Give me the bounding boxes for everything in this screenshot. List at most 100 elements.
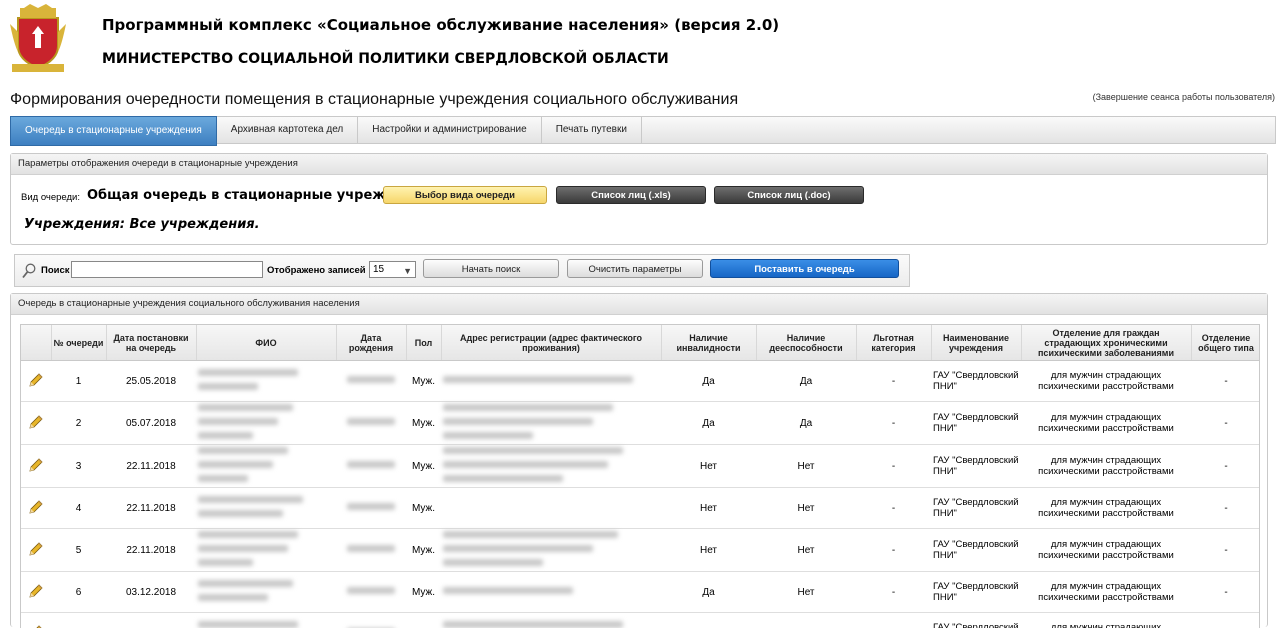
search-input[interactable] [71, 261, 263, 278]
cell-benefit: - [856, 613, 931, 628]
cell-disability: Нет [661, 445, 756, 488]
cell-queue-number: 6 [51, 572, 106, 613]
cell-disability: Да [661, 572, 756, 613]
col-benefit[interactable]: Льготная категория [856, 325, 931, 361]
cell-benefit: - [856, 572, 931, 613]
cell-full-name-redacted [196, 361, 336, 402]
start-search-button[interactable]: Начать поиск [423, 259, 559, 278]
col-full-name[interactable]: ФИО [196, 325, 336, 361]
cell-address-redacted [441, 613, 661, 628]
cell-general-dept: - [1191, 613, 1260, 628]
cell-capacity: Да [756, 361, 856, 402]
cell-address-redacted [441, 529, 661, 572]
col-disability[interactable]: Наличие инвалидности [661, 325, 756, 361]
table-row[interactable]: 603.12.2018Муж.ДаНет-ГАУ "Свердловский П… [21, 572, 1260, 613]
tab-archive[interactable]: Архивная картотека дел [217, 117, 358, 143]
list-xls-button[interactable]: Список лиц (.xls) [556, 186, 706, 204]
params-panel: Параметры отображения очереди в стациона… [10, 153, 1268, 245]
cell-sex: Муж. [406, 361, 441, 402]
cell-general-dept: - [1191, 488, 1260, 529]
col-psych-dept[interactable]: Отделение для граждан страдающих хрониче… [1021, 325, 1191, 361]
cell-full-name-redacted [196, 613, 336, 628]
tab-queue[interactable]: Очередь в стационарные учреждения [10, 116, 217, 146]
ministry-title: МИНИСТЕРСТВО СОЦИАЛЬНОЙ ПОЛИТИКИ СВЕРДЛО… [102, 51, 669, 67]
table-row[interactable]: 522.11.2018Муж.НетНет-ГАУ "Свердловский … [21, 529, 1260, 572]
cell-benefit: - [856, 361, 931, 402]
cell-address-redacted [441, 445, 661, 488]
queue-type-label: Вид очереди: [21, 192, 80, 203]
queue-panel-title: Очередь в стационарные учреждения социал… [11, 294, 1267, 315]
records-label: Отображено записей [267, 265, 366, 276]
cell-birth-date-redacted [336, 613, 406, 628]
list-doc-button[interactable]: Список лиц (.doc) [714, 186, 864, 204]
table-row[interactable]: 713.12.2018Муж.ДаДа-ГАУ "Свердловский ПН… [21, 613, 1260, 628]
table-row[interactable]: 322.11.2018Муж.НетНет-ГАУ "Свердловский … [21, 445, 1260, 488]
cell-general-dept: - [1191, 445, 1260, 488]
cell-general-dept: - [1191, 529, 1260, 572]
cell-psych-dept: для мужчин страдающих психическими расст… [1021, 488, 1191, 529]
cell-queue-number: 2 [51, 402, 106, 445]
header: Программный комплекс «Социальное обслужи… [0, 0, 1280, 90]
cell-queue-date: 22.11.2018 [106, 488, 196, 529]
pencil-icon[interactable] [28, 624, 44, 628]
pencil-icon[interactable] [28, 372, 44, 388]
pencil-icon[interactable] [28, 541, 44, 557]
table-row[interactable]: 205.07.2018Муж.ДаДа-ГАУ "Свердловский ПН… [21, 402, 1260, 445]
cell-address-redacted [441, 361, 661, 402]
col-birth-date[interactable]: Дата рождения [336, 325, 406, 361]
records-select[interactable]: 15 ▼ [369, 261, 416, 278]
cell-psych-dept: для мужчин страдающих психическими расст… [1021, 402, 1191, 445]
table-row[interactable]: 125.05.2018Муж.ДаДа-ГАУ "Свердловский ПН… [21, 361, 1260, 402]
cell-queue-date: 03.12.2018 [106, 572, 196, 613]
logout-link[interactable]: (Завершение сеанса работы пользователя) [1093, 92, 1275, 102]
search-label: Поиск [41, 265, 70, 276]
cell-queue-date: 05.07.2018 [106, 402, 196, 445]
cell-general-dept: - [1191, 572, 1260, 613]
select-queue-button[interactable]: Выбор вида очереди [383, 186, 547, 204]
table-row[interactable]: 422.11.2018Муж.НетНет-ГАУ "Свердловский … [21, 488, 1260, 529]
cell-psych-dept: для мужчин страдающих психическими расст… [1021, 613, 1191, 628]
cell-capacity: Нет [756, 529, 856, 572]
col-address[interactable]: Адрес регистрации (адрес фактического пр… [441, 325, 661, 361]
cell-disability: Нет [661, 488, 756, 529]
cell-institution: ГАУ "Свердловский ПНИ" [931, 445, 1021, 488]
pencil-icon[interactable] [28, 499, 44, 515]
enqueue-button[interactable]: Поставить в очередь [710, 259, 899, 278]
col-institution[interactable]: Наименование учреждения [931, 325, 1021, 361]
cell-queue-number: 1 [51, 361, 106, 402]
cell-full-name-redacted [196, 529, 336, 572]
cell-queue-number: 3 [51, 445, 106, 488]
col-queue-number[interactable]: № очереди [51, 325, 106, 361]
cell-address-redacted [441, 572, 661, 613]
chevron-down-icon: ▼ [403, 264, 412, 279]
cell-full-name-redacted [196, 572, 336, 613]
cell-sex: Муж. [406, 402, 441, 445]
cell-institution: ГАУ "Свердловский ПНИ" [931, 402, 1021, 445]
cell-sex: Муж. [406, 572, 441, 613]
cell-capacity: Нет [756, 488, 856, 529]
pencil-icon[interactable] [28, 414, 44, 430]
clear-params-button[interactable]: Очистить параметры [567, 259, 703, 278]
col-capacity[interactable]: Наличие дееспособности [756, 325, 856, 361]
institutions-text: Учреждения: Все учреждения. [24, 217, 260, 232]
cell-queue-date: 22.11.2018 [106, 529, 196, 572]
cell-sex: Муж. [406, 445, 441, 488]
queue-table: № очереди Дата постановки на очередь ФИО… [21, 325, 1260, 628]
tab-settings[interactable]: Настройки и администрирование [358, 117, 541, 143]
tab-print-voucher[interactable]: Печать путевки [542, 117, 642, 143]
coat-of-arms-icon [10, 4, 66, 74]
col-sex[interactable]: Пол [406, 325, 441, 361]
col-general-dept[interactable]: Отделение общего типа [1191, 325, 1260, 361]
pencil-icon[interactable] [28, 457, 44, 473]
cell-disability: Да [661, 361, 756, 402]
cell-birth-date-redacted [336, 572, 406, 613]
cell-psych-dept: для мужчин страдающих психическими расст… [1021, 572, 1191, 613]
cell-birth-date-redacted [336, 445, 406, 488]
cell-full-name-redacted [196, 488, 336, 529]
cell-institution: ГАУ "Свердловский ПНИ" [931, 488, 1021, 529]
pencil-icon[interactable] [28, 583, 44, 599]
cell-general-dept: - [1191, 402, 1260, 445]
cell-capacity: Нет [756, 572, 856, 613]
col-queue-date[interactable]: Дата постановки на очередь [106, 325, 196, 361]
cell-full-name-redacted [196, 402, 336, 445]
